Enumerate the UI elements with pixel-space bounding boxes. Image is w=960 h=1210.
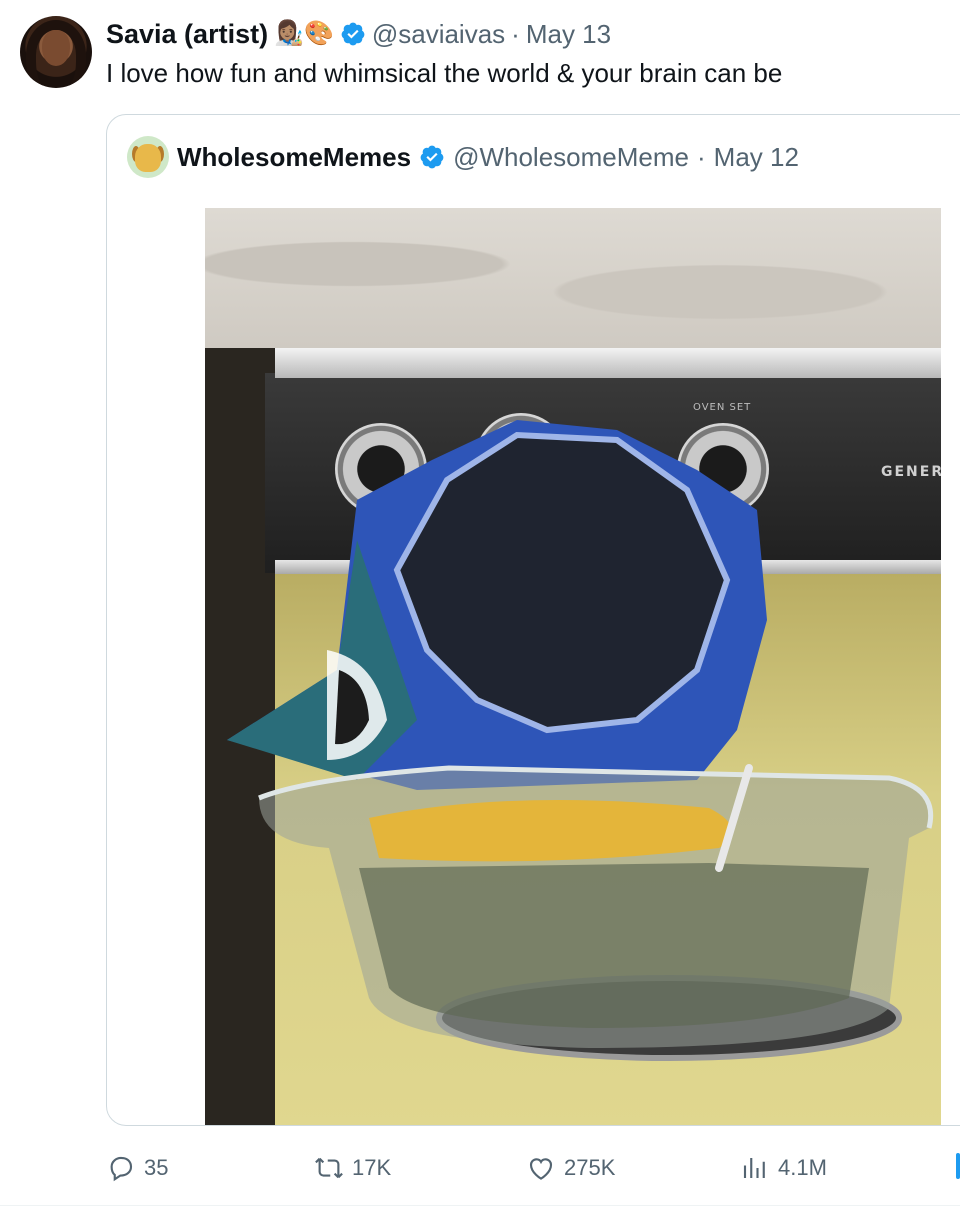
views-button[interactable]: 4.1M: [740, 1148, 827, 1188]
views-icon: [743, 1158, 765, 1178]
like-button[interactable]: 275K: [526, 1148, 615, 1188]
quoted-tweet-photo[interactable]: OVEN SET GENER: [205, 208, 941, 1125]
oven-set-label: OVEN SET: [693, 402, 752, 413]
quoted-author-name: WholesomeMemes: [177, 141, 412, 172]
header-separator: ·: [511, 18, 520, 49]
author-name[interactable]: Savia (artist): [106, 19, 268, 50]
quoted-author-avatar: [127, 136, 169, 178]
tweet-date[interactable]: May 13: [526, 19, 611, 50]
quoted-header-separator: ·: [696, 141, 706, 172]
tweet-actions: 35 17K 275K 4.1M: [106, 1148, 960, 1188]
tweet-divider: [0, 1205, 960, 1206]
chip-bag-illustration: [227, 420, 767, 790]
bookmark-button-edge[interactable]: [956, 1153, 960, 1179]
quoted-tweet-header: WholesomeMemes @WholesomeMeme · May 12: [127, 136, 799, 178]
quoted-tweet[interactable]: WholesomeMemes @WholesomeMeme · May 12 O…: [106, 114, 960, 1126]
reply-count: 35: [144, 1155, 169, 1180]
verified-badge-icon: [420, 145, 444, 169]
quoted-tweet-date: May 12: [713, 141, 799, 172]
repost-count: 17K: [352, 1155, 392, 1180]
repost-icon: [315, 1157, 343, 1179]
tweet-header: Savia (artist) 👩🏽‍🎨🎨 @saviaivas · May 13: [106, 16, 611, 52]
repost-button[interactable]: 17K: [314, 1148, 391, 1188]
like-count: 275K: [564, 1155, 616, 1180]
brand-label: GENER: [881, 464, 941, 480]
author-avatar[interactable]: [20, 16, 92, 88]
view-count: 4.1M: [778, 1155, 827, 1180]
tweet[interactable]: Savia (artist) 👩🏽‍🎨🎨 @saviaivas · May 13…: [0, 0, 960, 1210]
reply-icon: [110, 1156, 133, 1182]
reply-button[interactable]: 35: [106, 1148, 168, 1188]
quoted-author-handle: @WholesomeMeme: [453, 141, 689, 172]
glass-dish-illustration: [258, 764, 934, 1061]
verified-badge-icon[interactable]: [340, 21, 366, 47]
author-handle[interactable]: @saviaivas: [372, 19, 505, 50]
author-emojis: 👩🏽‍🎨🎨: [274, 20, 334, 47]
tweet-text: I love how fun and whimsical the world &…: [106, 58, 783, 88]
heart-icon: [529, 1158, 553, 1180]
